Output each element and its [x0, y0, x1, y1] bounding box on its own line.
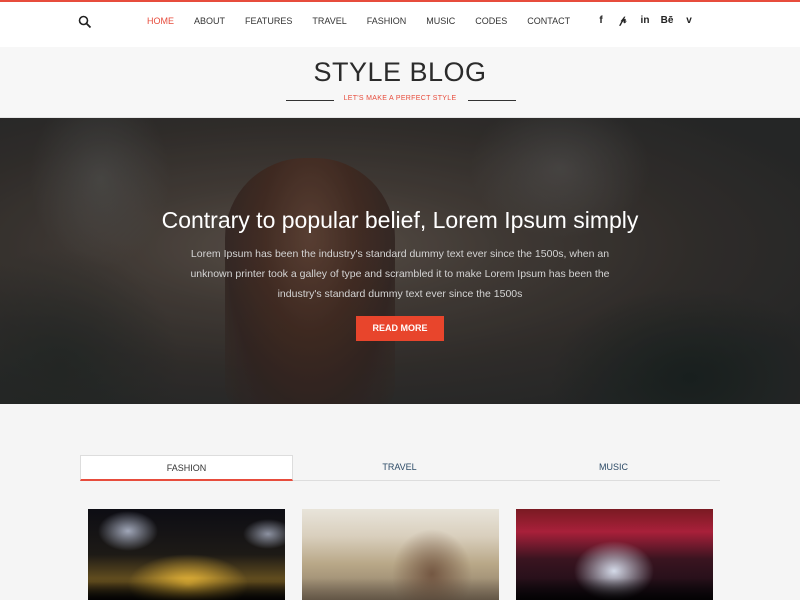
hero-description: Lorem Ipsum has been the industry's stan…	[190, 248, 610, 300]
tab-travel[interactable]: TRAVEL	[293, 455, 506, 481]
nav-item-contact[interactable]: CONTACT	[527, 16, 570, 26]
nav-item-codes[interactable]: CODES	[475, 16, 507, 26]
tagline: LET'S MAKE A PERFECT STYLE	[343, 95, 457, 102]
vimeo-icon[interactable]: v	[678, 15, 700, 26]
nav-item-home[interactable]: HOME	[147, 16, 174, 26]
site-title[interactable]: STYLE BLOG	[0, 57, 800, 88]
card-image-stage	[516, 578, 713, 600]
linkedin-icon[interactable]: in	[634, 15, 656, 26]
nav-item-music[interactable]: MUSIC	[426, 16, 455, 26]
card-image-concert	[88, 578, 285, 600]
card-image-guitarist	[302, 578, 499, 600]
top-navbar: HOME ABOUT FEATURES TRAVEL FASHION MUSIC…	[0, 0, 800, 47]
category-tabs: FASHION TRAVEL MUSIC	[80, 455, 720, 481]
behance-icon[interactable]: Bē	[656, 15, 678, 26]
pinterest-icon[interactable]: 𝓅	[612, 15, 634, 26]
post-card-stage[interactable]	[516, 509, 713, 600]
main-menu: HOME ABOUT FEATURES TRAVEL FASHION MUSIC…	[147, 16, 570, 26]
nav-item-features[interactable]: FEATURES	[245, 16, 292, 26]
hero-banner: Contrary to popular belief, Lorem Ipsum …	[0, 118, 800, 404]
tab-music[interactable]: MUSIC	[507, 455, 720, 481]
nav-item-fashion[interactable]: FASHION	[367, 16, 407, 26]
read-more-button[interactable]: READ MORE	[356, 316, 444, 341]
tagline-row: LET'S MAKE A PERFECT STYLE	[0, 95, 800, 107]
search-icon[interactable]	[78, 15, 94, 31]
tagline-divider-right	[468, 100, 516, 101]
nav-item-travel[interactable]: TRAVEL	[312, 16, 346, 26]
hero-title[interactable]: Contrary to popular belief, Lorem Ipsum …	[0, 207, 800, 234]
post-card-guitarist[interactable]	[302, 509, 499, 600]
post-card-concert[interactable]	[88, 509, 285, 600]
facebook-icon[interactable]: f	[590, 15, 612, 26]
nav-item-about[interactable]: ABOUT	[194, 16, 225, 26]
site-header: STYLE BLOG LET'S MAKE A PERFECT STYLE	[0, 47, 800, 118]
tab-fashion[interactable]: FASHION	[80, 455, 293, 481]
social-links: f 𝓅 in Bē v	[590, 15, 700, 26]
